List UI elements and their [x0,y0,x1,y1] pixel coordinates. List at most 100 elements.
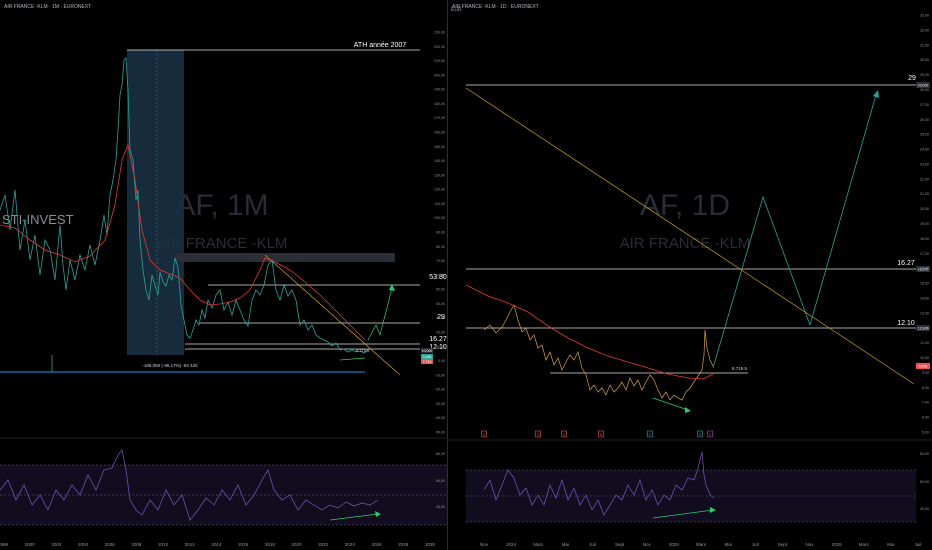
small-label-left: 8.719.5 [356,348,370,353]
rsi-tick-right: 40,00 [920,507,929,511]
y-tick-right: 25,00 [920,133,929,137]
x-tick-right: 2025 [669,542,680,547]
y-tick-left: 110,00 [434,202,445,206]
y-tick-left: -30,00 [435,402,445,406]
rsi-axis-right: 80,00 60,00 40,00 [920,452,929,511]
downtrend-line [264,254,401,376]
price-tag-right-4-text: 9,466 [919,365,928,369]
y-tick-left: 0,00 [438,359,445,363]
y-tick-left: 200,00 [434,73,445,77]
x-tick-right: Mars [533,542,544,547]
y-tick-left: 130,00 [434,173,445,177]
x-tick-right: Sept [615,542,625,547]
y-tick-right: 6,00 [922,416,929,420]
x-tick-left: 2008 [131,542,142,547]
watermark-symbol-right: AF, 1D [640,189,730,222]
y-tick-left: 80,00 [436,245,445,249]
y-tick-left: 190,00 [434,88,445,92]
y-tick-left: 150,00 [434,145,445,149]
daily-chart-svg[interactable]: AF, 1D AIR FRANCE -KLM EUR 29 16.27 12.1… [448,0,932,550]
price-tag-right-1-text: 29,000 [918,84,929,88]
x-tick-right: Juil [589,542,596,547]
x-tick-right: Nov [805,542,814,547]
x-tick-left: 2022 [318,542,329,547]
rsi-tick-right: 80,00 [920,452,929,456]
x-axis-left: 1998 2000 2002 2004 2006 2008 2010 2012 2014 2016… [0,542,436,547]
price-tag-left-3-text: 7,719 [423,360,432,364]
y-tick-left: 180,00 [434,102,445,106]
x-tick-left: 2018 [265,542,276,547]
x-tick-right: Mai [887,542,894,547]
x-tick-right: Mai [724,542,731,547]
y-tick-left: 230,00 [434,31,445,35]
price-tag-left-1-text: 10,000 [422,349,433,353]
divergence-arrow-price-right [685,407,691,413]
x-tick-right: 2024 [506,542,517,547]
y-tick-right: 24,00 [920,148,929,152]
x-tick-left: 2010 [158,542,169,547]
rsi-tick-right: 60,00 [920,480,929,484]
y-tick-left: 170,00 [434,116,445,120]
watermark-name-right: AIR FRANCE -KLM [620,235,751,252]
event-marker-label: D [563,433,566,437]
ath-label: ATH année 2007 [354,42,407,49]
y-tick-right: 8,00 [922,386,929,390]
y-tick-left: 160,00 [434,131,445,135]
level-label-29-right: 29 [908,75,916,82]
x-tick-left: 2030 [425,542,436,547]
event-marker-label: D [483,433,486,437]
x-axis-right: Nov 2024 Mars Mai Juil Sept Nov 2025 Mars Mai Juil… [480,542,921,547]
monthly-chart-svg[interactable]: AF, 1M AIR FRANCE -KLM STI-INVEST ATH an… [0,0,448,550]
x-tick-left: 2004 [78,542,89,547]
y-tick-left: 220,00 [434,45,445,49]
chart-workspace: AIR FRANCE -KLM · 1M · EURONEXT AF, 1M A… [0,0,932,550]
x-tick-right: Mai [562,542,569,547]
small-label-right: 8.719.5 [732,366,748,371]
x-tick-left: 1998 [0,542,9,547]
y-tick-right: 10,00 [920,356,929,360]
event-marker-label: E [649,433,652,437]
divergence-line-price-left [339,357,366,361]
event-markers[interactable]: DDDDEED [481,430,713,438]
projection-arrow-right [873,90,879,98]
monthly-chart-panel[interactable]: AIR FRANCE -KLM · 1M · EURONEXT AF, 1M A… [0,0,448,550]
x-tick-left: 2024 [345,542,356,547]
x-tick-right: Mars [696,542,707,547]
level-label-16-27-right: 16.27 [897,260,915,267]
x-tick-right: Juil [752,542,759,547]
y-tick-left: -50,00 [435,431,445,435]
info-bar [175,253,395,262]
event-marker-label: D [709,433,712,437]
y-tick-right: 12,00 [920,326,929,330]
y-tick-right: 13,00 [920,311,929,315]
brand-watermark: STI-INVEST [2,212,74,227]
x-tick-left: 2012 [185,542,196,547]
x-tick-left: 2028 [398,542,409,547]
y-tick-left: 140,00 [434,159,445,163]
y-tick-right: 27,00 [920,103,929,107]
y-tick-left: 210,00 [434,59,445,63]
y-tick-right: 29,00 [920,73,929,77]
x-tick-right: 2026 [832,542,843,547]
y-tick-right: 9,00 [922,371,929,375]
y-tick-left: 30,00 [436,316,445,320]
x-tick-right: Mars [859,542,870,547]
y-tick-left: 10,00 [436,345,445,349]
y-tick-left: -10,00 [435,373,445,377]
y-tick-right: 19,00 [920,222,929,226]
daily-chart-panel[interactable]: AIR FRANCE -KLM · 1D · EURONEXT AF, 1D A… [448,0,932,550]
x-tick-left: 2020 [292,542,303,547]
y-tick-left: -20,00 [435,388,445,392]
x-tick-right: Nov [643,542,652,547]
y-tick-left: -40,00 [435,416,445,420]
x-tick-left: 2014 [211,542,222,547]
watermark-symbol-left: AF, 1M [175,189,268,222]
y-tick-right: 32,00 [920,28,929,32]
x-tick-left: 2006 [105,542,116,547]
y-tick-right: 16,00 [920,267,929,271]
y-tick-left: 40,00 [436,302,445,306]
level-label-12-10-right: 12.10 [897,320,915,327]
x-tick-left: 2002 [51,542,62,547]
y-tick-left: 90,00 [436,231,445,235]
y-tick-right: 33,00 [920,14,929,18]
